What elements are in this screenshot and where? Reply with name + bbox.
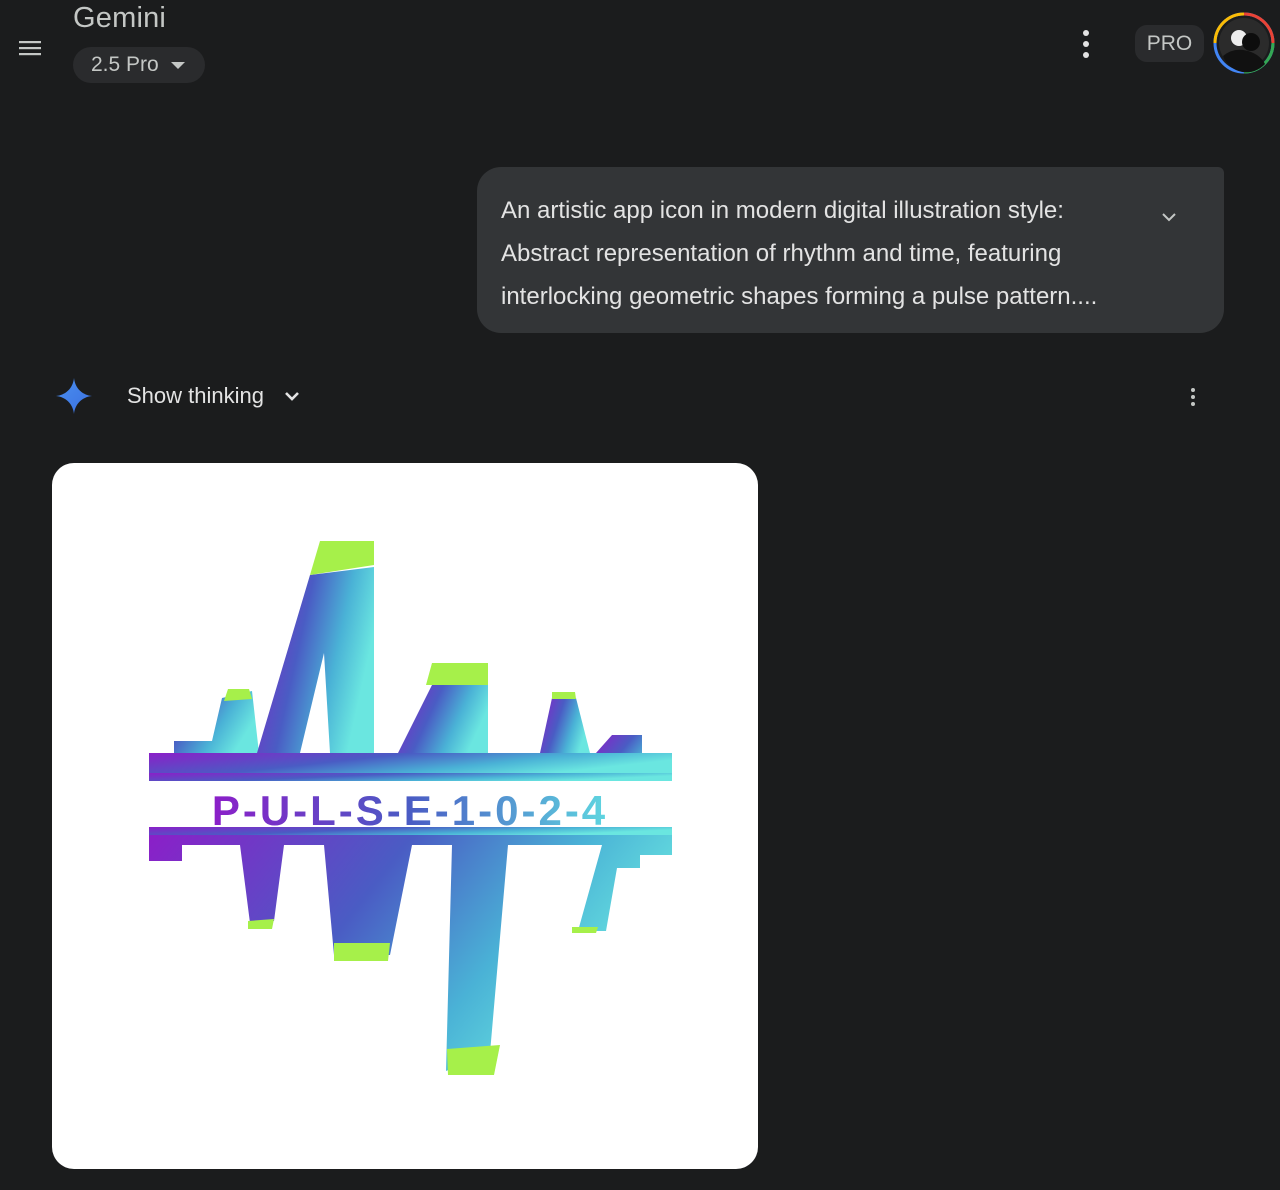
expand-prompt-button[interactable] — [1157, 205, 1181, 229]
avatar[interactable] — [1213, 12, 1275, 74]
pulse-lower — [149, 835, 672, 1075]
prompt-line: Abstract representation of rhythm and ti… — [501, 240, 1062, 267]
more-vert-dot — [1191, 402, 1195, 406]
more-vert-dot — [1083, 52, 1089, 58]
model-label: 2.5 Pro — [91, 53, 159, 76]
response-more-button[interactable] — [1183, 385, 1203, 409]
chevron-down-icon — [170, 61, 185, 69]
model-selector[interactable]: 2.5 Pro — [73, 47, 205, 83]
more-vert-dot — [1191, 395, 1195, 399]
image-wordmark: P-U-L-S-E-1-0-2-4 — [212, 787, 608, 834]
user-prompt-bubble: An artistic app icon in modern digital i… — [477, 167, 1224, 333]
gemini-chat-page: Gemini 2.5 Pro PRO An artistic app icon … — [0, 0, 1280, 1190]
menu-icon — [19, 41, 41, 56]
show-thinking-toggle[interactable]: Show thinking — [127, 380, 302, 412]
more-options-button[interactable] — [1072, 28, 1100, 60]
gemini-spark-icon — [56, 378, 92, 414]
more-vert-icon — [1191, 388, 1195, 392]
more-vert-icon — [1083, 30, 1089, 36]
pulse-logo-illustration: P-U-L-S-E-1-0-2-4 — [140, 541, 680, 1075]
chevron-down-icon — [1162, 213, 1176, 222]
show-thinking-label: Show thinking — [127, 383, 264, 408]
pro-badge: PRO — [1135, 25, 1204, 62]
chevron-down-icon — [285, 392, 299, 401]
generated-image[interactable]: P-U-L-S-E-1-0-2-4 — [52, 463, 758, 1169]
more-vert-dot — [1083, 41, 1089, 47]
prompt-line: An artistic app icon in modern digital i… — [501, 197, 1064, 224]
prompt-line: interlocking geometric shapes forming a … — [501, 283, 1098, 310]
app-title: Gemini — [73, 2, 167, 34]
main-menu-button[interactable] — [14, 32, 46, 64]
pulse-upper — [149, 541, 672, 773]
